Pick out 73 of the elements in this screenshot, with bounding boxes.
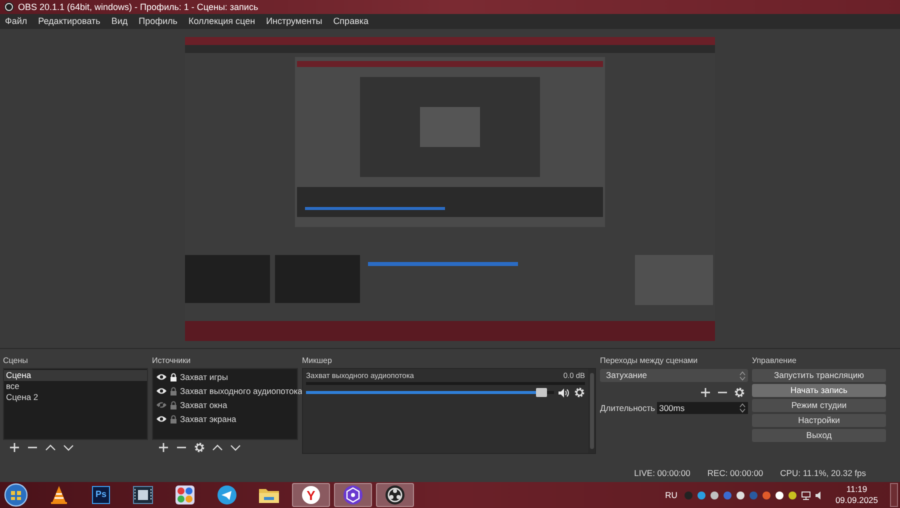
- panel-title: Источники: [152, 357, 192, 367]
- settings-icon[interactable]: [574, 387, 585, 398]
- source-item[interactable]: Захват окна: [180, 400, 228, 410]
- colored-dots-icon: [175, 485, 195, 505]
- control-button[interactable]: Настройки: [752, 414, 886, 427]
- app-logo-icon: [385, 485, 405, 505]
- panel-title: Микшер: [302, 357, 333, 367]
- panel-title: Управление: [752, 357, 798, 367]
- volume-slider[interactable]: [306, 388, 554, 397]
- duration-label: Длительность: [600, 404, 656, 412]
- eye-icon[interactable]: [156, 387, 167, 395]
- unlock-icon[interactable]: [170, 414, 177, 424]
- source-item[interactable]: Захват экрана: [180, 414, 236, 424]
- network-icon[interactable]: [801, 490, 812, 500]
- settings-icon[interactable]: [734, 387, 745, 398]
- speaker-icon[interactable]: [815, 490, 824, 500]
- taskbar-app[interactable]: [334, 483, 372, 507]
- menu-item[interactable]: Профиль: [138, 17, 178, 26]
- paper-plane-icon: [217, 485, 237, 505]
- rec-status: REC: 00:00:00: [707, 469, 764, 478]
- window-title: OBS 20.1.1 (64bit, windows) - Профиль: 1 - Сцены: запись: [18, 2, 258, 12]
- menu-item[interactable]: Вид: [111, 17, 128, 26]
- unlock-icon[interactable]: [170, 386, 177, 396]
- photo-editor-icon: Ps: [92, 486, 110, 504]
- clock-date[interactable]: 09.09.2025: [835, 495, 878, 506]
- eye-icon[interactable]: [156, 415, 167, 423]
- control-button[interactable]: Режим студии: [752, 399, 886, 412]
- taskbar-app[interactable]: Ps: [82, 483, 120, 507]
- hexagon-icon: [343, 485, 363, 505]
- traffic-cone-icon: [49, 485, 69, 505]
- menu-item[interactable]: Редактировать: [38, 17, 100, 26]
- panel-title: Сцены: [3, 357, 29, 367]
- spin-arrows-icon: [739, 370, 746, 380]
- duration-field[interactable]: 300ms: [657, 402, 748, 414]
- taskbar-app[interactable]: [376, 483, 414, 507]
- language-indicator[interactable]: RU: [665, 490, 678, 500]
- move-down-icon[interactable]: [230, 442, 241, 453]
- source-item[interactable]: Захват выходного аудиопотока: [180, 386, 302, 396]
- move-up-icon[interactable]: [212, 442, 223, 453]
- unlock-icon[interactable]: [170, 400, 177, 410]
- film-icon: [133, 486, 153, 504]
- browser-icon: Y: [302, 486, 320, 504]
- add-icon[interactable]: [158, 442, 169, 453]
- settings-icon[interactable]: [194, 442, 205, 453]
- add-icon[interactable]: [700, 387, 711, 398]
- scene-item[interactable]: все: [4, 381, 147, 392]
- menu-item[interactable]: Файл: [5, 17, 28, 26]
- folder-icon: [258, 486, 280, 504]
- move-up-icon[interactable]: [45, 442, 56, 453]
- control-button[interactable]: Начать запись: [752, 384, 886, 397]
- speaker-icon[interactable]: [558, 388, 570, 398]
- move-down-icon[interactable]: [63, 442, 74, 453]
- source-item[interactable]: Захват игры: [180, 372, 228, 382]
- hidden-eye-icon[interactable]: [156, 401, 167, 409]
- spin-arrows-icon: [739, 403, 746, 413]
- taskbar-app[interactable]: Y: [292, 483, 330, 507]
- control-button[interactable]: Выход: [752, 429, 886, 442]
- panel-title: Переходы между сценами: [600, 357, 699, 367]
- menu-item[interactable]: Справка: [333, 17, 368, 26]
- transition-dropdown[interactable]: Затухание: [600, 369, 748, 382]
- clock-time[interactable]: 11:19: [846, 484, 868, 495]
- app-logo-icon: [4, 2, 14, 12]
- control-button[interactable]: Запустить трансляцию: [752, 369, 886, 382]
- add-icon[interactable]: [9, 442, 20, 453]
- menu-item[interactable]: Инструменты: [266, 17, 322, 26]
- start-button-icon[interactable]: [2, 482, 30, 508]
- eye-icon[interactable]: [156, 373, 167, 381]
- lock-icon[interactable]: [170, 372, 177, 382]
- scene-item[interactable]: Сцена: [4, 370, 147, 381]
- live-status: LIVE: 00:00:00: [634, 469, 690, 478]
- cpu-status: CPU: 11.1%, 20.32 fps: [780, 469, 866, 478]
- scene-item[interactable]: Сцена 2: [4, 392, 147, 403]
- menu-item[interactable]: Коллекция сцен: [188, 17, 256, 26]
